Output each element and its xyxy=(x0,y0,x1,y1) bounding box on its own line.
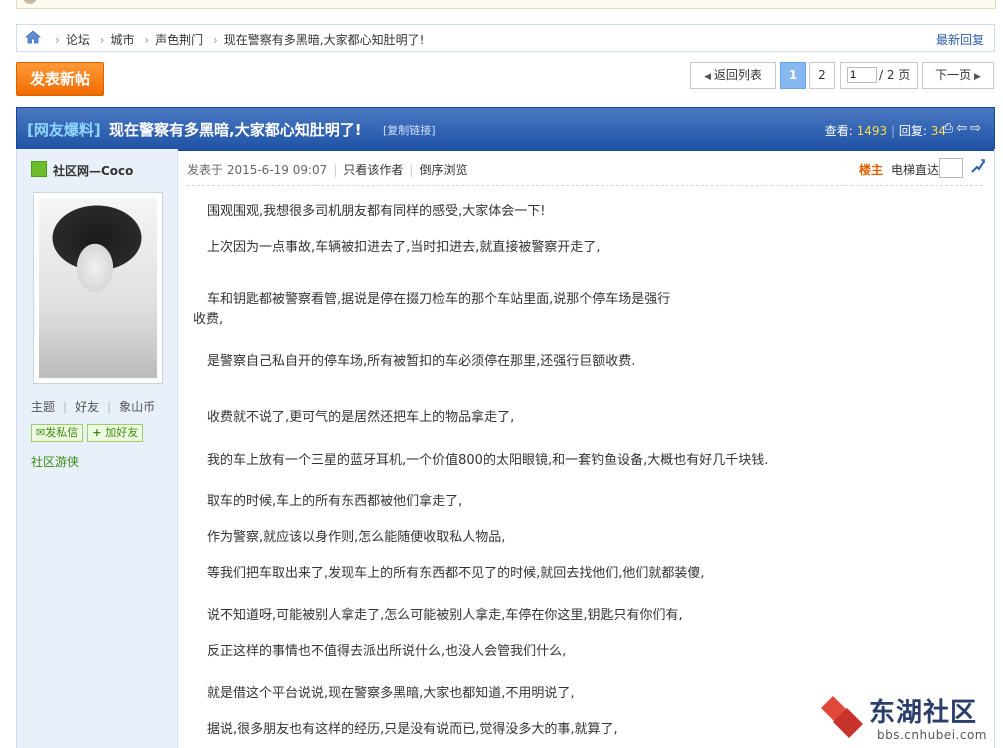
avatar-image xyxy=(39,198,157,378)
only-author-link[interactable]: 只看该作者 xyxy=(343,163,403,177)
post-paragraph: 收费, xyxy=(193,312,224,327)
back-to-list-button[interactable]: ◀ 返回列表 xyxy=(690,62,776,89)
total-pages: / 2 页 xyxy=(879,68,911,82)
floor-label: 楼主 xyxy=(858,163,883,177)
author-name-row: 社区网—Coco xyxy=(31,161,133,179)
watermark-text: 东湖社区 xyxy=(869,698,978,728)
breadcrumb-city[interactable]: 城市 xyxy=(110,33,134,47)
author-stats: 主题 | 好友 | 象山币 xyxy=(31,398,171,415)
breadcrumb: › 论坛 › 城市 › 声色荆门 › 现在警察有多黑暗,大家都心知肚明了! 最新回复 xyxy=(16,24,995,52)
post-paragraph: 我的车上放有一个三星的蓝牙耳机,一个价值800的太阳眼镜,和一套钓鱼设备,大概也… xyxy=(207,453,769,468)
thread-category[interactable]: [网友爆料] xyxy=(27,119,101,140)
newest-reply-link[interactable]: 最新回复 xyxy=(936,31,984,48)
post-paragraph: 围观围观,我想很多司机朋友都有同样的感受,大家体会一下! xyxy=(207,204,546,219)
new-post-button[interactable]: 发表新帖 xyxy=(16,62,104,96)
next-page-label: 下一页 xyxy=(935,68,972,82)
online-status-icon xyxy=(31,161,47,177)
thread-title-bar: [网友爆料] 现在警察有多黑暗,大家都心知肚明了! [复制链接] 查看: 149… xyxy=(16,107,995,151)
thread-tools: ⎙⇦⇨ xyxy=(943,121,984,136)
send-pm-button[interactable]: ✉发私信 xyxy=(31,424,84,442)
meta-divider: | xyxy=(333,163,338,177)
site-logo-icon xyxy=(821,696,863,738)
next-thread-icon[interactable]: ⇨ xyxy=(970,121,984,136)
chevron-right-icon: ▶ xyxy=(971,72,981,82)
author-stat-friends[interactable]: 好友 xyxy=(75,400,99,414)
post-paragraph: 收费就不说了,更可气的是居然还把车上的物品拿走了, xyxy=(207,410,515,425)
elevator-go-icon[interactable] xyxy=(971,159,985,173)
author-sidebar: 社区网—Coco 主题 | 好友 | 象山币 ✉发私信 + 加好友 社区游侠 xyxy=(17,149,178,748)
page-1-button[interactable]: 1 xyxy=(780,62,806,89)
copy-link-button[interactable]: [复制链接] xyxy=(383,122,436,138)
send-pm-label: 发私信 xyxy=(45,426,79,439)
page-2-button[interactable]: 2 xyxy=(809,62,835,89)
author-actions: ✉发私信 + 加好友 xyxy=(31,424,147,442)
watermark-url: bbs.cnhubei.com xyxy=(877,728,987,742)
top-strip xyxy=(16,0,996,9)
stat-divider: | xyxy=(63,400,68,414)
post-paragraph: 反正这样的事情也不值得去派出所说什么,也没人会管我们什么, xyxy=(207,644,567,659)
elevator-label: 电梯直达 xyxy=(890,163,939,177)
post-paragraph: 作为警察,就应该以身作则,怎么能随便收取私人物品, xyxy=(207,530,506,545)
avatar-peek xyxy=(23,0,37,4)
breadcrumb-separator: › xyxy=(144,33,150,47)
elevator-input[interactable] xyxy=(939,158,963,178)
reverse-order-link[interactable]: 倒序浏览 xyxy=(419,163,467,177)
back-to-list-label: 返回列表 xyxy=(713,68,762,82)
thread-title: 现在警察有多黑暗,大家都心知肚明了! xyxy=(109,121,362,139)
meta-divider: | xyxy=(409,163,414,177)
breadcrumb-thread[interactable]: 现在警察有多黑暗,大家都心知肚明了! xyxy=(224,33,425,47)
post-paragraph: 等我们把车取出来了,发现车上的所有东西都不见了的时候,就回去找他们,他们就都装傻… xyxy=(207,566,705,581)
site-watermark: 东湖社区 bbs.cnhubei.com xyxy=(819,692,995,744)
post-paragraph: 车和钥匙都被警察看管,据说是停在掇刀检车的那个车站里面,说那个停车场是强行 xyxy=(207,292,671,307)
add-friend-label: 加好友 xyxy=(105,426,139,439)
meta-divider-line xyxy=(187,185,983,186)
post-paragraph: 就是借这个平台说说,现在警察多黑暗,大家也都知道,不用明说了, xyxy=(207,686,575,701)
post-content: 发表于 2015-6-19 09:07 | 只看该作者 | 倒序浏览 楼主 电梯直达 围… xyxy=(185,149,991,748)
author-stat-threads[interactable]: 主题 xyxy=(31,400,55,414)
post-paragraph: 说不知道呀,可能被别人拿走了,怎么可能被别人拿走,车停在你这里,钥匙只有你们有, xyxy=(207,608,683,623)
page-jump: / 2 页 xyxy=(840,62,918,89)
author-name[interactable]: 社区网—Coco xyxy=(53,164,133,178)
views-count: 1493 xyxy=(856,124,888,138)
home-icon[interactable] xyxy=(25,30,41,44)
avatar[interactable] xyxy=(33,192,163,384)
breadcrumb-separator: › xyxy=(99,33,105,47)
post-paragraph: 上次因为一点事故,车辆被扣进去了,当时扣进去,就直接被警察开走了, xyxy=(207,240,601,255)
stats-divider: | xyxy=(890,124,899,138)
chevron-left-icon: ◀ xyxy=(704,72,714,82)
thread-stats: 查看: 1493 | 回复: 34 xyxy=(825,122,946,139)
next-page-button[interactable]: 下一页 ▶ xyxy=(922,62,994,89)
breadcrumb-separator: › xyxy=(55,33,60,47)
views-label: 查看: xyxy=(824,124,853,138)
breadcrumb-board[interactable]: 声色荆门 xyxy=(155,33,203,47)
post-timestamp: 发表于 2015-6-19 09:07 xyxy=(187,163,328,177)
replies-label: 回复: xyxy=(898,124,927,138)
post-paragraph: 取车的时候,车上的所有东西都被他们拿走了, xyxy=(207,494,463,509)
post-paragraph: 是警察自己私自开的停车场,所有被暂扣的车必须停在那里,还强行巨额收费. xyxy=(207,354,636,369)
page-jump-input[interactable] xyxy=(847,67,877,83)
breadcrumb-separator: › xyxy=(212,33,218,47)
stat-divider: | xyxy=(107,400,112,414)
post-paragraph: 据说,很多朋友也有这样的经历,只是没有说而已,觉得没多大的事,就算了, xyxy=(207,722,618,737)
mail-icon: ✉ xyxy=(36,426,46,439)
breadcrumb-forum[interactable]: 论坛 xyxy=(66,33,90,47)
add-friend-button[interactable]: + 加好友 xyxy=(87,424,144,442)
post-container: 社区网—Coco 主题 | 好友 | 象山币 ✉发私信 + 加好友 社区游侠 发表于 20… xyxy=(16,149,995,748)
plus-icon: + xyxy=(92,426,106,439)
author-rank[interactable]: 社区游侠 xyxy=(31,453,79,470)
author-stat-coins[interactable]: 象山币 xyxy=(119,400,155,414)
prev-thread-icon[interactable]: ⇦ xyxy=(956,121,970,136)
print-icon[interactable]: ⎙ xyxy=(943,121,956,136)
